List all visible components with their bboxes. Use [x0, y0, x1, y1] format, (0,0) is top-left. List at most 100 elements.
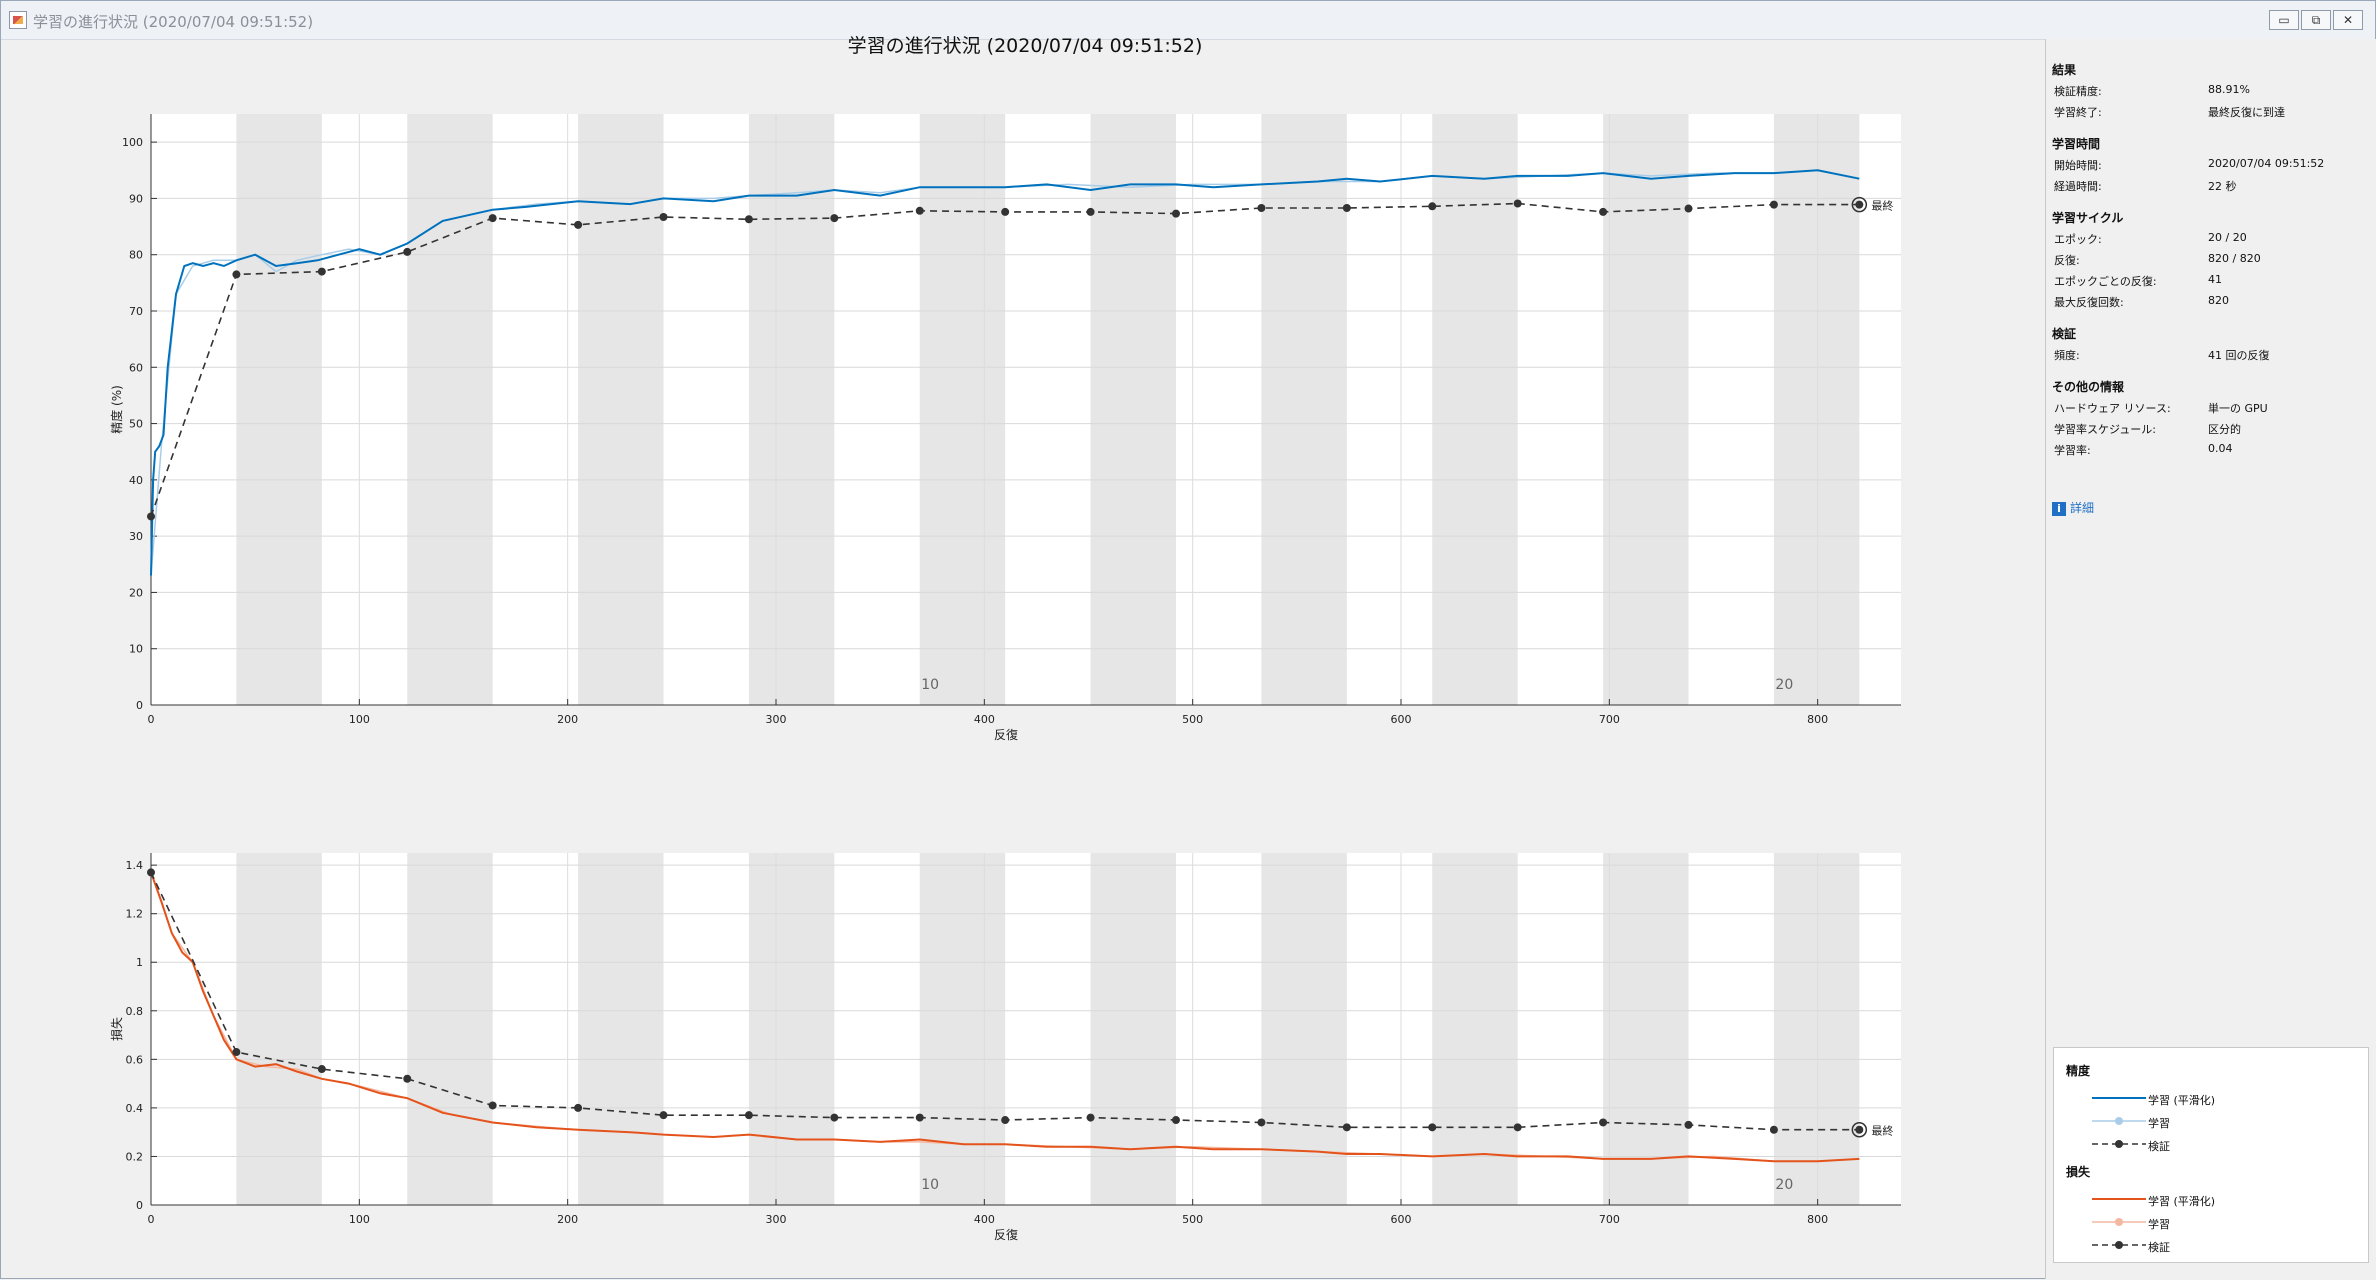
- section-header: その他の情報: [2052, 380, 2125, 394]
- epoch-band: [1261, 114, 1347, 705]
- validation-point: [403, 1074, 412, 1083]
- info-value: 22 秒: [2208, 180, 2237, 193]
- validation-point: [403, 247, 412, 256]
- x-tick-label: 300: [766, 1213, 787, 1226]
- y-tick-label: 80: [129, 249, 143, 262]
- validation-point: [1513, 199, 1522, 208]
- validation-point: [232, 270, 241, 279]
- validation-point: [147, 868, 155, 877]
- y-tick-label: 0.2: [126, 1150, 144, 1163]
- info-key: エポック:: [2054, 233, 2102, 246]
- validation-point: [830, 1113, 839, 1122]
- x-tick-label: 500: [1182, 1213, 1203, 1226]
- x-tick-label: 600: [1391, 713, 1412, 726]
- training-plots: 01020304050607080901000 100 200 300 400 500 60…: [109, 114, 1901, 1242]
- validation-point: [574, 1103, 583, 1112]
- x-tick-label: 400: [974, 713, 995, 726]
- legend-label: 学習: [2148, 1117, 2170, 1130]
- validation-point: [659, 1111, 668, 1120]
- chart-accuracy: 0 10 20 30 40 50 60 70 80 90 100 0 100 200 300 400 500 60…: [109, 114, 1901, 742]
- validation-point: [1257, 1118, 1266, 1127]
- legend-symbol: [2092, 1198, 2146, 1200]
- validation-point: [1342, 1123, 1351, 1132]
- validation-point: [915, 1113, 924, 1122]
- info-value: 88.91%: [2208, 83, 2250, 96]
- epoch-band: [407, 853, 493, 1205]
- validation-point: [1257, 203, 1266, 212]
- info-key: ハードウェア リソース:: [2054, 402, 2171, 415]
- epoch-band: [1603, 853, 1689, 1205]
- info-value: 820: [2208, 294, 2229, 307]
- x-tick-label: 800: [1807, 713, 1828, 726]
- final-label: 最終: [1871, 1124, 1893, 1138]
- x-tick-label: 600: [1391, 1213, 1412, 1226]
- validation-point: [1599, 207, 1608, 216]
- epoch-band: [1603, 114, 1689, 705]
- epoch-band: [1432, 114, 1518, 705]
- info-key: 学習率:: [2054, 444, 2091, 457]
- info-key: 反復:: [2054, 254, 2080, 267]
- y-tick-label: 30: [129, 530, 143, 543]
- legend-label: 学習 (平滑化): [2148, 1094, 2216, 1107]
- y-axis-label: 損失: [109, 1017, 124, 1041]
- info-key: 開始時間:: [2054, 159, 2102, 172]
- y-tick-label: 10: [129, 643, 143, 656]
- validation-point: [1342, 203, 1351, 212]
- validation-point: [488, 214, 497, 223]
- y-tick-label: 60: [129, 361, 143, 374]
- validation-point: [915, 206, 924, 215]
- y-tick-label: 50: [129, 418, 143, 431]
- y-tick-label: 0: [136, 1199, 143, 1212]
- x-tick-label: 300: [766, 713, 787, 726]
- epoch-band: [407, 114, 493, 705]
- validation-point: [1172, 209, 1180, 218]
- close-button[interactable]: ✕: [2333, 10, 2363, 30]
- info-key: 経過時間:: [2054, 180, 2102, 193]
- legend-label: 検証: [2148, 1241, 2170, 1254]
- validation-point: [744, 1111, 753, 1120]
- y-tick-label: 1.4: [126, 859, 144, 872]
- x-tick-label: 500: [1182, 713, 1203, 726]
- legend-group-header: 損失: [2066, 1165, 2091, 1179]
- validation-point: [317, 267, 326, 276]
- y-tick-label: 0.6: [126, 1053, 144, 1066]
- validation-point: [232, 1048, 241, 1057]
- epoch-label: 20: [1775, 677, 1793, 693]
- legend-symbol: [2092, 1241, 2146, 1249]
- validation-point: [744, 215, 753, 224]
- info-value: 41: [2208, 273, 2222, 286]
- restore-button[interactable]: ⧉: [2301, 10, 2331, 30]
- validation-point: [1855, 1125, 1864, 1134]
- epoch-band: [1090, 853, 1176, 1205]
- legend-label: 学習: [2148, 1218, 2170, 1231]
- validation-point: [1428, 1123, 1437, 1132]
- validation-point: [1001, 1116, 1010, 1125]
- y-tick-label: 1.2: [126, 908, 144, 921]
- x-tick-label: 0: [148, 1213, 155, 1226]
- info-value: 区分的: [2208, 423, 2241, 436]
- minimize-button[interactable]: ▭: [2269, 10, 2299, 30]
- epoch-band: [578, 853, 664, 1205]
- legend-symbol: [2092, 1140, 2146, 1148]
- y-tick-label: 0.8: [126, 1005, 144, 1018]
- section-header: 結果: [2052, 63, 2077, 77]
- validation-point: [1086, 1113, 1095, 1122]
- validation-point: [830, 214, 839, 223]
- y-tick-label: 90: [129, 192, 143, 205]
- validation-point: [1086, 207, 1095, 216]
- x-tick-label: 800: [1807, 1213, 1828, 1226]
- section-header: 検証: [2052, 327, 2077, 341]
- info-value: 820 / 820: [2208, 252, 2261, 265]
- y-tick-label: 0: [136, 699, 143, 712]
- details-link[interactable]: i 詳細: [2052, 499, 2094, 516]
- epoch-band: [919, 114, 1006, 705]
- validation-point: [488, 1101, 497, 1110]
- legend-label: 学習 (平滑化): [2148, 1195, 2216, 1208]
- epoch-band: [236, 114, 322, 705]
- info-key: 最大反復回数:: [2054, 296, 2124, 309]
- y-tick-label: 100: [122, 136, 143, 149]
- epoch-band: [919, 853, 1006, 1205]
- validation-point: [1428, 202, 1437, 211]
- validation-point: [574, 220, 583, 229]
- validation-point: [317, 1065, 326, 1074]
